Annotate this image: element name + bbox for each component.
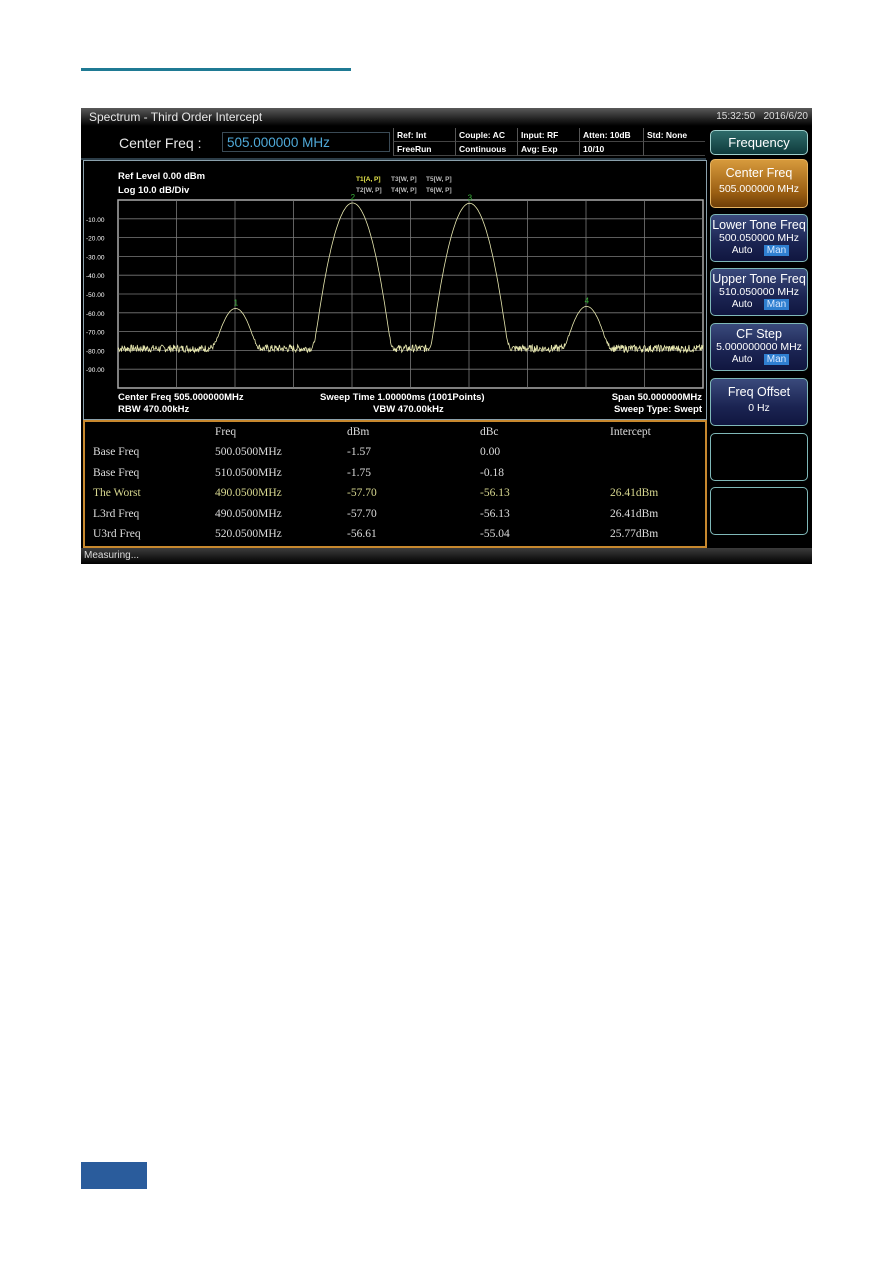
auto-option[interactable]: Auto (729, 354, 756, 365)
cell-dbm: -57.70 (347, 487, 377, 499)
info-input: Input: RF (517, 128, 579, 142)
softkey-value: 0 Hz (748, 402, 770, 414)
marker-label-4: 4 (585, 296, 590, 305)
man-option[interactable]: Man (763, 299, 790, 310)
time: 15:32:50 (716, 111, 756, 122)
cell-dbc: -56.13 (480, 507, 510, 520)
softkey-value: 5.000000000 MHz (716, 341, 802, 353)
softkey-value: 510.050000 MHz (719, 286, 799, 298)
cell-dbc: -0.18 (480, 466, 504, 479)
header-freq: Freq (215, 426, 237, 438)
spectrum-graticule: -10.00 -20.00 -30.00 -40.00 -50.00 -60.00 -70.… (86, 193, 704, 389)
softkey-title: Upper Tone Freq (712, 272, 806, 286)
title-bar: Spectrum - Third Order Intercept 15:32:5… (81, 108, 812, 126)
toi-results-table: Freq dBm dBc Intercept Base Freq 500.0500… (83, 420, 707, 548)
cell-intercept: 25.77dBm (610, 528, 659, 540)
info-std: Std: None (643, 128, 705, 142)
cell-name: U3rd Freq (93, 528, 141, 540)
cell-dbm: -1.75 (347, 466, 371, 479)
y-tick-label: -10.00 (86, 217, 105, 224)
cell-dbm: -57.70 (347, 507, 377, 520)
softkey-center-freq[interactable]: Center Freq 505.000000 MHz (710, 159, 808, 208)
softkey-title: Lower Tone Freq (712, 218, 806, 232)
center-freq-label: Center Freq : (119, 135, 202, 151)
y-tick-label: -20.00 (86, 236, 105, 243)
info-sweep-mode: Continuous (455, 142, 517, 156)
auto-option[interactable]: Auto (729, 299, 756, 310)
y-tick-label: -90.00 (86, 367, 105, 374)
date: 2016/6/20 (763, 111, 809, 122)
cell-freq: 490.0500MHz (215, 487, 282, 499)
info-atten: Atten: 10dB (579, 128, 643, 142)
cell-freq: 520.0500MHz (215, 528, 282, 540)
clock: 15:32:50 2016/6/20 (716, 111, 808, 122)
y-tick-label: -40.00 (86, 273, 105, 280)
cell-freq: 500.0500MHz (215, 446, 282, 458)
y-tick-label: -30.00 (86, 254, 105, 261)
footer-rbw: RBW 470.00kHz (118, 404, 190, 415)
softkey-lower-tone-freq[interactable]: Lower Tone Freq 500.050000 MHz Auto Man (710, 214, 808, 262)
info-avg: Avg: Exp (517, 142, 579, 156)
menu-title-frequency[interactable]: Frequency (710, 130, 808, 155)
auto-option[interactable]: Auto (729, 245, 756, 256)
softkey-upper-tone-freq[interactable]: Upper Tone Freq 510.050000 MHz Auto Man (710, 268, 808, 316)
softkey-empty-1[interactable] (710, 433, 808, 481)
softkey-empty-2[interactable] (710, 487, 808, 535)
header-dbm: dBm (347, 426, 370, 438)
spectrum-plot: Ref Level 0.00 dBm Log 10.0 dB/Div T1[A,… (83, 160, 707, 420)
footer-span: Span 50.000000MHz (611, 392, 702, 403)
softkey-cf-step[interactable]: CF Step 5.000000000 MHz Auto Man (710, 323, 808, 371)
center-freq-bar: Center Freq : 505.000000 MHz Ref: Int Co… (81, 128, 706, 160)
marker-label-3: 3 (468, 193, 473, 202)
status-info-grid: Ref: Int Couple: AC Input: RF Atten: 10d… (393, 128, 705, 156)
info-trigger: FreeRun (393, 142, 455, 156)
y-tick-label: -50.00 (86, 292, 105, 299)
cell-name: Base Freq (93, 466, 140, 479)
cell-intercept: 26.41dBm (610, 507, 659, 520)
cell-dbm: -1.57 (347, 446, 371, 458)
y-tick-label: -80.00 (86, 348, 105, 355)
softkey-title: Center Freq (725, 166, 793, 180)
info-empty (643, 142, 705, 156)
cell-intercept: 26.41dBm (610, 487, 659, 499)
cell-dbc: -56.13 (480, 487, 510, 499)
softkey-title: Freq Offset (727, 385, 791, 399)
cell-freq: 490.0500MHz (215, 507, 282, 520)
analyzer-screen: Spectrum - Third Order Intercept 15:32:5… (81, 108, 812, 564)
page-number-block (81, 1162, 147, 1189)
footer-vbw: VBW 470.00kHz (373, 404, 444, 415)
page-header-rule (81, 68, 351, 71)
header-intercept: Intercept (610, 426, 651, 438)
footer-sweep-time: Sweep Time 1.00000ms (1001Points) (320, 392, 485, 403)
softkey-value: 500.050000 MHz (719, 232, 799, 244)
cell-name: Base Freq (93, 446, 140, 458)
footer-sweep-type: Sweep Type: Swept (614, 404, 702, 415)
status-text: Measuring... (84, 550, 140, 561)
center-freq-input[interactable]: 505.000000 MHz (222, 132, 390, 152)
marker-label-1: 1 (234, 298, 239, 307)
footer-center-freq: Center Freq 505.000000MHz (118, 392, 244, 403)
softkey-title: CF Step (736, 327, 782, 341)
y-tick-label: -70.00 (86, 330, 105, 337)
cell-name: The Worst (93, 487, 141, 499)
cell-dbc: 0.00 (480, 446, 501, 458)
softkey-value: 505.000000 MHz (719, 183, 799, 195)
softkey-panel: Frequency Center Freq 505.000000 MHz Low… (708, 128, 812, 544)
header-dbc: dBc (480, 426, 499, 438)
info-ref: Ref: Int (393, 128, 455, 142)
softkey-freq-offset[interactable]: Freq Offset 0 Hz (710, 378, 808, 426)
y-tick-label: -60.00 (86, 311, 105, 318)
status-bar: Measuring... (81, 548, 812, 564)
marker-label-2: 2 (351, 193, 356, 202)
cell-name: L3rd Freq (93, 507, 140, 520)
info-avg-count: 10/10 (579, 142, 643, 156)
cell-dbc: -55.04 (480, 528, 510, 540)
window-title: Spectrum - Third Order Intercept (89, 110, 263, 124)
cell-freq: 510.0500MHz (215, 466, 282, 479)
man-option[interactable]: Man (763, 354, 790, 365)
cell-dbm: -56.61 (347, 528, 377, 540)
info-couple: Couple: AC (455, 128, 517, 142)
man-option[interactable]: Man (763, 245, 790, 256)
